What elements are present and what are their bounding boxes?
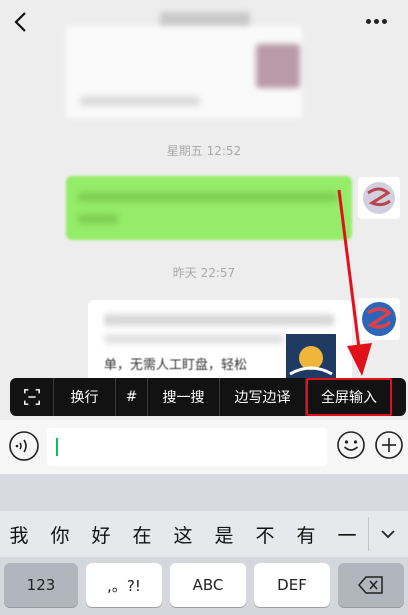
punctuation-key[interactable]: ,。?! — [86, 563, 162, 607]
backspace-icon — [358, 576, 383, 594]
sent-message-bubble[interactable] — [66, 176, 352, 240]
candidate-word[interactable]: 一 — [334, 521, 360, 548]
candidate-word[interactable]: 是 — [211, 521, 237, 548]
card-thumbnail-icon — [286, 334, 336, 384]
def-key[interactable]: DEF — [254, 563, 330, 607]
blurred-text-line — [78, 192, 338, 202]
chevron-down-icon[interactable] — [378, 524, 398, 544]
blurred-thumbnail — [256, 44, 300, 88]
emoji-icon[interactable] — [336, 430, 366, 460]
voice-input-icon[interactable] — [8, 430, 40, 462]
blurred-text-line — [104, 314, 334, 326]
delete-key[interactable] — [338, 563, 404, 607]
keyboard: 我 你 好 在 这 是 不 有 一 123 ,。?! ABC DEF — [0, 474, 408, 615]
candidate-bar: 我 你 好 在 这 是 不 有 一 — [0, 511, 408, 557]
scan-button[interactable] — [10, 378, 54, 416]
key-row: 123 ,。?! ABC DEF — [0, 557, 408, 615]
message-input[interactable] — [47, 428, 327, 466]
timestamp: 星期五 12:52 — [166, 144, 242, 158]
blurred-text-line — [80, 96, 200, 106]
newline-button[interactable]: 换行 — [54, 378, 116, 416]
fullscreen-input-button[interactable]: 全屏输入 — [306, 378, 392, 416]
candidate-word[interactable]: 不 — [252, 521, 278, 548]
candidate-divider — [368, 517, 369, 551]
candidate-word[interactable]: 有 — [293, 521, 319, 548]
card-description: 单，无需人工盯盘，轻松 — [104, 358, 248, 373]
user-avatar[interactable] — [358, 177, 400, 219]
text-cursor — [56, 438, 58, 456]
translate-while-typing-button[interactable]: 边写边译 — [220, 378, 306, 416]
keyboard-toolbar — [0, 474, 408, 511]
hashtag-button[interactable]: # — [116, 378, 148, 416]
timestamp: 昨天 22:57 — [172, 266, 236, 280]
contact-avatar[interactable] — [358, 298, 400, 340]
candidate-word[interactable]: 好 — [88, 521, 114, 548]
search-button[interactable]: 搜一搜 — [148, 378, 220, 416]
numbers-key[interactable]: 123 — [4, 563, 78, 607]
more-options-icon[interactable] — [366, 18, 388, 26]
abc-key[interactable]: ABC — [170, 563, 246, 607]
scan-icon — [23, 389, 40, 405]
input-toolbar: 换行 # 搜一搜 边写边译 全屏输入 — [10, 378, 406, 416]
message-input-bar — [0, 420, 408, 474]
candidate-word[interactable]: 我 — [6, 521, 32, 548]
candidate-word[interactable]: 你 — [47, 521, 73, 548]
back-arrow-icon[interactable] — [10, 10, 34, 34]
blurred-text-line — [104, 334, 284, 344]
blurred-text-line — [78, 214, 118, 224]
candidate-word[interactable]: 在 — [129, 521, 155, 548]
more-functions-plus-icon[interactable] — [374, 430, 404, 460]
candidate-word[interactable]: 这 — [170, 521, 196, 548]
